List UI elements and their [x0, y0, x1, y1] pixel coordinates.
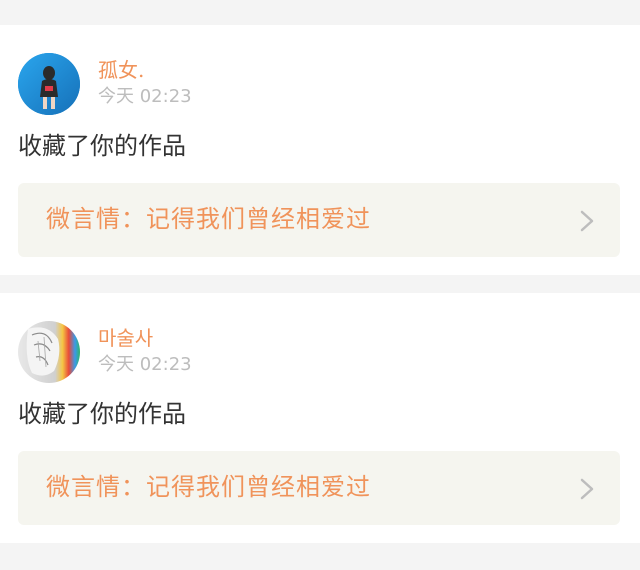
work-title: 微言情：记得我们曾经相爱过: [46, 473, 371, 501]
user-avatar[interactable]: [18, 53, 80, 115]
work-link[interactable]: 微言情：记得我们曾经相爱过: [18, 451, 620, 525]
username[interactable]: 마술사: [98, 326, 153, 350]
chevron-right-icon: [580, 210, 594, 232]
notification-card: 孤女. 今天 02:23 收藏了你的作品 微言情：记得我们曾经相爱过: [0, 25, 640, 275]
timestamp: 今天 02:23: [98, 86, 192, 107]
username[interactable]: 孤女.: [98, 58, 144, 82]
user-avatar-photo-icon: [18, 53, 80, 115]
user-avatar[interactable]: [18, 321, 80, 383]
work-title: 微言情：记得我们曾经相爱过: [46, 205, 371, 233]
notification-card: 마술사 今天 02:23 收藏了你的作品 微言情：记得我们曾经相爱过: [0, 293, 640, 543]
action-text: 收藏了你的作品: [18, 400, 186, 428]
action-text: 收藏了你的作品: [18, 132, 186, 160]
timestamp: 今天 02:23: [98, 354, 192, 375]
user-avatar-illustration-icon: [18, 321, 80, 383]
work-link[interactable]: 微言情：记得我们曾经相爱过: [18, 183, 620, 257]
chevron-right-icon: [580, 478, 594, 500]
